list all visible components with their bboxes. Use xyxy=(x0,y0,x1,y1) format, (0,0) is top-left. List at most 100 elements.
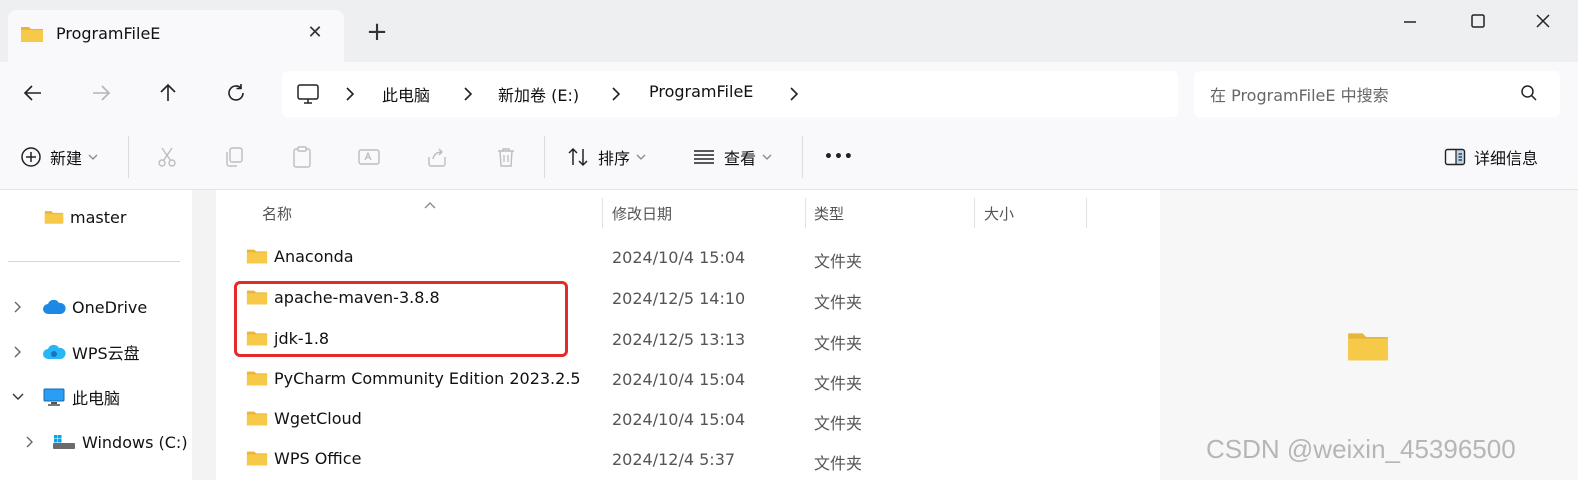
sidebar-scrollbar[interactable] xyxy=(192,190,216,480)
file-type: 文件夹 xyxy=(814,252,863,271)
chevron-down-icon xyxy=(88,154,98,160)
file-modified: 2024/10/4 15:04 xyxy=(612,248,746,267)
onedrive-icon xyxy=(43,299,66,314)
chevron-right-icon[interactable] xyxy=(786,84,802,104)
plus-circle-icon xyxy=(21,147,41,167)
share-button[interactable] xyxy=(425,124,449,190)
folder-icon xyxy=(1346,328,1390,368)
sidebar-item-windows-c[interactable]: Windows (C:) xyxy=(24,427,188,457)
file-modified: 2024/10/4 15:04 xyxy=(612,410,746,429)
copy-button[interactable] xyxy=(222,124,246,190)
chevron-right-icon[interactable] xyxy=(12,300,24,314)
sidebar-item-label: 此电脑 xyxy=(72,389,121,408)
more-button[interactable]: ••• xyxy=(824,124,854,190)
new-tab-button[interactable]: + xyxy=(362,18,392,48)
maximize-button[interactable] xyxy=(1455,6,1501,36)
view-label: 查看 xyxy=(724,149,757,168)
breadcrumb-drive-e[interactable]: 新加卷 (E:) xyxy=(498,82,579,106)
cut-button[interactable] xyxy=(155,124,179,190)
new-button[interactable]: 新建 xyxy=(20,124,98,190)
column-divider[interactable] xyxy=(1086,198,1087,228)
chevron-right-icon[interactable] xyxy=(12,345,24,359)
address-bar[interactable]: 此电脑 新加卷 (E:) ProgramFileE xyxy=(282,71,1178,117)
breadcrumb-this-pc[interactable]: 此电脑 xyxy=(382,82,430,106)
sidebar-item-label: master xyxy=(70,207,127,227)
sidebar-item-label: WPS云盘 xyxy=(72,344,140,363)
navigation-bar: 此电脑 新加卷 (E:) ProgramFileE 在 ProgramFileE… xyxy=(0,62,1578,124)
highlight-annotation xyxy=(234,281,568,357)
tab-programfilee[interactable]: ProgramFileE ✕ xyxy=(8,10,344,62)
close-tab-icon[interactable]: ✕ xyxy=(302,20,328,46)
delete-button[interactable] xyxy=(494,124,518,190)
table-row[interactable]: WgetCloud 2024/10/4 15:04 文件夹 xyxy=(216,400,1160,440)
chevron-right-icon[interactable] xyxy=(342,84,358,104)
column-divider[interactable] xyxy=(602,198,603,228)
column-divider[interactable] xyxy=(805,198,806,228)
chevron-down-icon[interactable] xyxy=(12,390,24,404)
folder-icon xyxy=(246,371,268,386)
close-icon xyxy=(1536,14,1550,28)
file-type: 文件夹 xyxy=(814,454,863,473)
sort-label: 排序 xyxy=(598,149,631,168)
search-input[interactable]: 在 ProgramFileE 中搜索 xyxy=(1210,82,1389,106)
tab-label: ProgramFileE xyxy=(56,24,161,43)
computer-icon xyxy=(43,388,65,406)
arrow-left-icon xyxy=(23,85,41,101)
up-button[interactable] xyxy=(151,76,185,110)
file-type: 文件夹 xyxy=(814,414,863,433)
sidebar-item-onedrive[interactable]: OneDrive xyxy=(12,292,147,322)
view-button[interactable]: 查看 xyxy=(692,124,772,190)
search-box[interactable]: 在 ProgramFileE 中搜索 xyxy=(1194,71,1560,117)
folder-icon xyxy=(246,451,268,466)
breadcrumb-programfilee[interactable]: ProgramFileE xyxy=(649,82,753,101)
chevron-right-icon[interactable] xyxy=(24,435,36,449)
maximize-icon xyxy=(1471,14,1485,28)
back-button[interactable] xyxy=(16,76,50,110)
minimize-button[interactable] xyxy=(1387,6,1433,36)
sidebar-item-master[interactable]: master xyxy=(44,202,126,232)
table-row[interactable]: WPS Office 2024/12/4 5:37 文件夹 xyxy=(216,440,1160,480)
divider xyxy=(8,261,180,262)
minimize-icon xyxy=(1404,21,1416,23)
refresh-button[interactable] xyxy=(219,76,253,110)
chevron-down-icon xyxy=(636,154,646,160)
file-name: WgetCloud xyxy=(274,408,362,428)
folder-icon xyxy=(246,411,268,426)
details-pane-button[interactable]: 详细信息 xyxy=(1444,124,1538,190)
folder-icon xyxy=(44,211,64,224)
chevron-right-icon[interactable] xyxy=(460,84,476,104)
scissors-icon xyxy=(158,147,176,167)
folder-icon xyxy=(246,249,268,264)
computer-icon xyxy=(296,82,320,110)
column-divider[interactable] xyxy=(974,198,975,228)
sidebar-item-wps-cloud[interactable]: WPS云盘 xyxy=(12,337,140,367)
file-modified: 2024/10/4 15:04 xyxy=(612,370,746,389)
chevron-right-icon[interactable] xyxy=(608,84,624,104)
close-window-button[interactable] xyxy=(1520,6,1566,36)
column-header-modified[interactable]: 修改日期 xyxy=(612,203,672,224)
file-name: Anaconda xyxy=(274,246,354,266)
arrow-up-icon xyxy=(160,83,176,101)
forward-button[interactable] xyxy=(84,76,118,110)
drive-icon xyxy=(53,435,75,449)
divider xyxy=(802,136,803,178)
file-name: WPS Office xyxy=(274,448,362,468)
search-icon[interactable] xyxy=(1520,84,1538,106)
table-row[interactable]: Anaconda 2024/10/4 15:04 文件夹 xyxy=(216,238,1160,278)
refresh-icon xyxy=(228,84,244,101)
file-modified: 2024/12/5 14:10 xyxy=(612,289,746,308)
sort-button[interactable]: 排序 xyxy=(566,124,646,190)
column-header-type[interactable]: 类型 xyxy=(814,203,844,224)
divider xyxy=(128,136,129,178)
view-list-icon xyxy=(694,150,714,164)
paste-button[interactable] xyxy=(290,124,314,190)
divider xyxy=(544,136,545,178)
sidebar-item-this-pc[interactable]: 此电脑 xyxy=(12,382,120,412)
sidebar-item-label: OneDrive xyxy=(72,297,148,317)
table-row[interactable]: PyCharm Community Edition 2023.2.5 2024/… xyxy=(216,360,1160,400)
rename-button[interactable] xyxy=(357,124,381,190)
column-header-name[interactable]: 名称 xyxy=(262,203,292,224)
share-icon xyxy=(428,148,446,167)
column-header-size[interactable]: 大小 xyxy=(984,203,1014,224)
watermark: CSDN @weixin_45396500 xyxy=(1206,434,1516,464)
